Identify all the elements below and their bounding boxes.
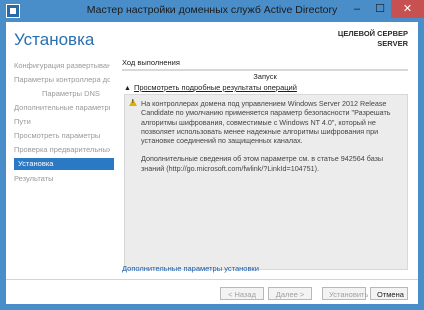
step-review-options[interactable]: Просмотреть параметры: [14, 130, 110, 141]
wizard-body: Установка ЦЕЛЕВОЙ СЕРВЕР SERVER Конфигур…: [6, 22, 418, 304]
target-server-name: SERVER: [377, 39, 408, 48]
step-results[interactable]: Результаты: [14, 173, 110, 184]
details-toggle-label: Просмотреть подробные результаты операци…: [133, 83, 297, 92]
results-box[interactable]: ! На контроллерах домена под управлением…: [124, 94, 408, 270]
progress-status: Запуск: [253, 72, 277, 81]
target-server-label: ЦЕЛЕВОЙ СЕРВЕР: [337, 29, 408, 38]
install-button[interactable]: Установить: [322, 287, 368, 300]
close-button[interactable]: ✕: [391, 0, 424, 18]
maximize-button[interactable]: ☐: [369, 0, 391, 18]
step-additional-options[interactable]: Дополнительные параметры: [14, 102, 110, 113]
step-installation[interactable]: Установка: [14, 158, 114, 170]
back-button[interactable]: < Назад: [220, 287, 264, 300]
results-text: На контроллерах домена под управлением W…: [141, 99, 403, 182]
content-pane: Ход выполнения Запуск ▲ Просмотреть подро…: [122, 58, 412, 278]
step-domain-controller-options[interactable]: Параметры контроллера домена: [14, 74, 110, 85]
progress-bar: [122, 69, 408, 71]
step-paths[interactable]: Пути: [14, 116, 110, 127]
page-title: Установка: [14, 30, 95, 49]
footer-divider: [6, 279, 418, 280]
details-toggle[interactable]: ▲ Просмотреть подробные результаты операц…: [124, 83, 297, 92]
message-kb-article: Дополнительные сведения об этом параметр…: [141, 154, 384, 173]
minimize-button[interactable]: –: [345, 0, 369, 18]
step-prerequisites-check[interactable]: Проверка предварительных требований: [14, 144, 110, 155]
collapse-caret-icon: ▲: [124, 85, 131, 92]
step-deployment-configuration[interactable]: Конфигурация развертывания: [14, 60, 110, 71]
additional-install-options-link[interactable]: Дополнительные параметры установки: [122, 264, 259, 273]
wizard-window: Мастер настройки доменных служб Active D…: [0, 0, 424, 310]
message-security-setting: На контроллерах домена под управлением W…: [141, 99, 391, 146]
target-server: ЦЕЛЕВОЙ СЕРВЕР SERVER: [338, 29, 408, 49]
wizard-steps: Конфигурация развертывания Параметры кон…: [6, 58, 116, 258]
warning-mark-icon: !: [132, 99, 134, 105]
title-bar[interactable]: Мастер настройки доменных служб Active D…: [0, 0, 424, 22]
step-dns-options[interactable]: Параметры DNS: [42, 88, 110, 99]
next-button[interactable]: Далее >: [268, 287, 312, 300]
progress-label: Ход выполнения: [122, 58, 180, 67]
cancel-button[interactable]: Отмена: [370, 287, 408, 300]
wizard-header: Установка ЦЕЛЕВОЙ СЕРВЕР SERVER: [6, 22, 418, 55]
